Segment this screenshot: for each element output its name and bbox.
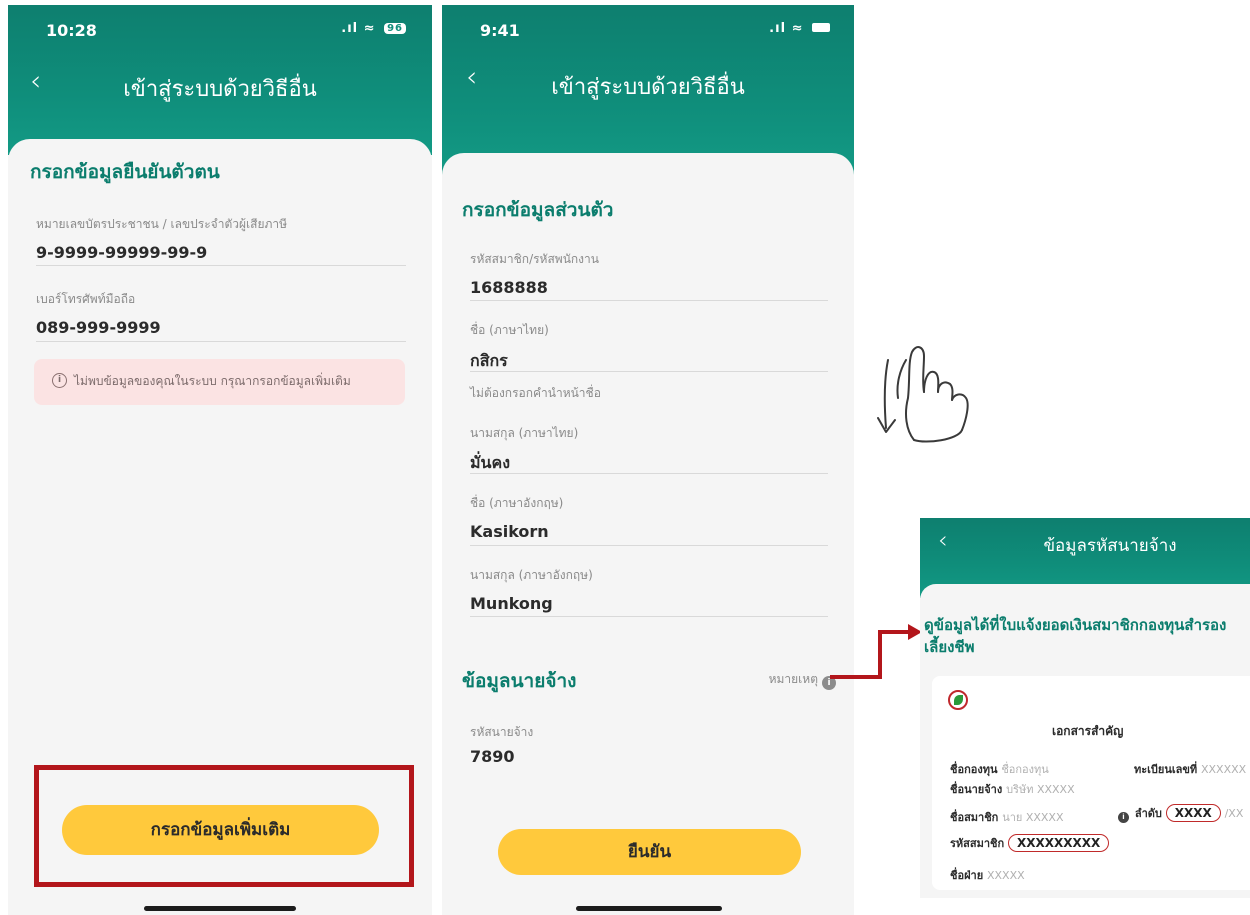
last-name-en-input[interactable]: Munkong [470, 594, 553, 613]
section-title: กรอกข้อมูลยืนยันตัวตน [30, 161, 220, 183]
info-heading-line1: ดูข้อมูลได้ที่ใบแจ้งยอดเงินสมาชิกกองทุนส… [924, 616, 1227, 634]
section-title: กรอกข้อมูลส่วนตัว [462, 199, 614, 221]
last-name-th-label: นามสกุล (ภาษาไทย) [470, 426, 579, 440]
highlight-box [34, 765, 414, 887]
member-row: ชื่อสมาชิก นาย XXXXX [950, 808, 1064, 826]
dept-row: ชื่อฝ่าย XXXXX [950, 866, 1025, 884]
dept-value: XXXXX [986, 869, 1025, 882]
home-indicator [576, 906, 722, 911]
screen-verify-identity: 10:28 .ıl ≈ 96 ‹ เข้าสู่ระบบด้วยวิธีอื่น… [8, 5, 432, 915]
first-name-en-input[interactable]: Kasikorn [470, 522, 549, 541]
id-card-input[interactable]: 9-9999-99999-99-9 [36, 243, 207, 262]
dept-label: ชื่อฝ่าย [950, 869, 984, 882]
battery-icon: 96 [384, 23, 406, 34]
wifi-icon: ≈ [791, 21, 804, 36]
divider [470, 300, 828, 301]
divider [36, 265, 406, 266]
connector-arrow [830, 624, 922, 679]
order-label: ลำดับ [1134, 807, 1162, 820]
info-icon: i [1118, 812, 1129, 823]
status-icons: .ıl ≈ [769, 21, 830, 36]
confirm-button[interactable]: ยืนยัน [498, 829, 801, 875]
info-icon: i [52, 373, 67, 388]
divider [470, 473, 828, 474]
phone-input[interactable]: 089-999-9999 [36, 318, 161, 337]
page-title: เข้าสู่ระบบด้วยวิธีอื่น [123, 77, 317, 102]
reg-no-label: ทะเบียนเลขที่ [1134, 763, 1198, 776]
order-highlight: XXXX [1165, 804, 1221, 822]
member-value: นาย XXXXX [1002, 811, 1064, 824]
status-time: 10:28 [46, 21, 97, 40]
bank-logo [948, 690, 968, 710]
screen-personal-info: 9:41 .ıl ≈ ‹ เข้าสู่ระบบด้วยวิธีอื่น กรอ… [442, 5, 854, 915]
order-row: i ลำดับ XXXX /XX [1118, 804, 1243, 823]
employer-section-title: ข้อมูลนายจ้าง [462, 670, 577, 692]
divider [470, 371, 828, 372]
employer-label: ชื่อนายจ้าง [950, 783, 1003, 796]
note-button[interactable]: หมายเหตุ i [769, 670, 836, 690]
employer-row: ชื่อนายจ้าง บริษัท XXXXX [950, 780, 1075, 798]
back-button[interactable]: ‹ [938, 528, 948, 552]
signal-icon: .ıl [769, 21, 787, 36]
swipe-down-hand-icon [877, 346, 969, 443]
member-code-input[interactable]: 1688888 [470, 278, 548, 297]
member-label: ชื่อสมาชิก [950, 811, 999, 824]
divider [470, 545, 828, 546]
doc-title: เอกสารสำคัญ [1052, 724, 1124, 738]
page-title: เข้าสู่ระบบด้วยวิธีอื่น [551, 75, 745, 100]
first-name-th-label: ชื่อ (ภาษาไทย) [470, 323, 549, 337]
order-suffix: /XX [1224, 807, 1244, 820]
employer-code-input[interactable]: 7890 [470, 749, 830, 763]
reg-no-value: XXXXXX [1200, 763, 1247, 776]
info-heading-line2: เลี้ยงชีพ [924, 638, 975, 656]
divider [470, 616, 828, 617]
id-card-label: หมายเลขบัตรประชาชน / เลขประจำตัวผู้เสียภ… [36, 217, 288, 231]
member-code-row: รหัสสมาชิก XXXXXXXXX [950, 834, 1110, 852]
phone-label: เบอร์โทรศัพท์มือถือ [36, 292, 136, 306]
employer-code-label: รหัสนายจ้าง [470, 725, 534, 739]
home-indicator [144, 906, 296, 911]
divider [36, 341, 406, 342]
page-title: ข้อมูลรหัสนายจ้าง [1043, 536, 1177, 556]
note-label: หมายเหตุ [768, 672, 818, 686]
fund-name-value: ชื่อกองทุน [1001, 763, 1049, 776]
last-name-en-label: นามสกุล (ภาษาอังกฤษ) [470, 568, 593, 582]
info-heading: ดูข้อมูลได้ที่ใบแจ้งยอดเงินสมาชิกกองทุนส… [924, 614, 1226, 658]
member-code-highlight: XXXXXXXXX [1007, 834, 1110, 852]
member-code-label: รหัสสมาชิก [950, 837, 1005, 850]
employer-value: บริษัท XXXXX [1006, 783, 1075, 796]
sample-document: เอกสารสำคัญ ชื่อกองทุน ชื่อกองทุน ทะเบีย… [932, 676, 1250, 890]
reg-no-row: ทะเบียนเลขที่ XXXXXX [1134, 760, 1246, 778]
wifi-icon: ≈ [363, 21, 376, 36]
member-code-label: รหัสสมาชิก/รหัสพนักงาน [470, 252, 599, 266]
alert-text: ไม่พบข้อมูลของคุณในระบบ กรุณากรอกข้อมูลเ… [74, 374, 351, 388]
not-found-alert: i ไม่พบข้อมูลของคุณในระบบ กรุณากรอกข้อมู… [34, 359, 405, 405]
battery-icon [812, 23, 830, 32]
fade-mask [442, 762, 854, 802]
fund-name-label: ชื่อกองทุน [950, 763, 998, 776]
screen-employer-code-info: ‹ ข้อมูลรหัสนายจ้าง ดูข้อมูลได้ที่ใบแจ้ง… [920, 518, 1250, 898]
employer-code-value: 7890 [470, 749, 515, 763]
no-prefix-hint: ไม่ต้องกรอกคำนำหน้าชื่อ [470, 386, 601, 400]
leaf-icon [954, 695, 963, 705]
status-time: 9:41 [480, 21, 520, 40]
fund-name-row: ชื่อกองทุน ชื่อกองทุน [950, 760, 1049, 778]
status-icons: .ıl ≈ 96 [341, 21, 406, 36]
first-name-en-label: ชื่อ (ภาษาอังกฤษ) [470, 496, 564, 510]
signal-icon: .ıl [341, 21, 359, 36]
